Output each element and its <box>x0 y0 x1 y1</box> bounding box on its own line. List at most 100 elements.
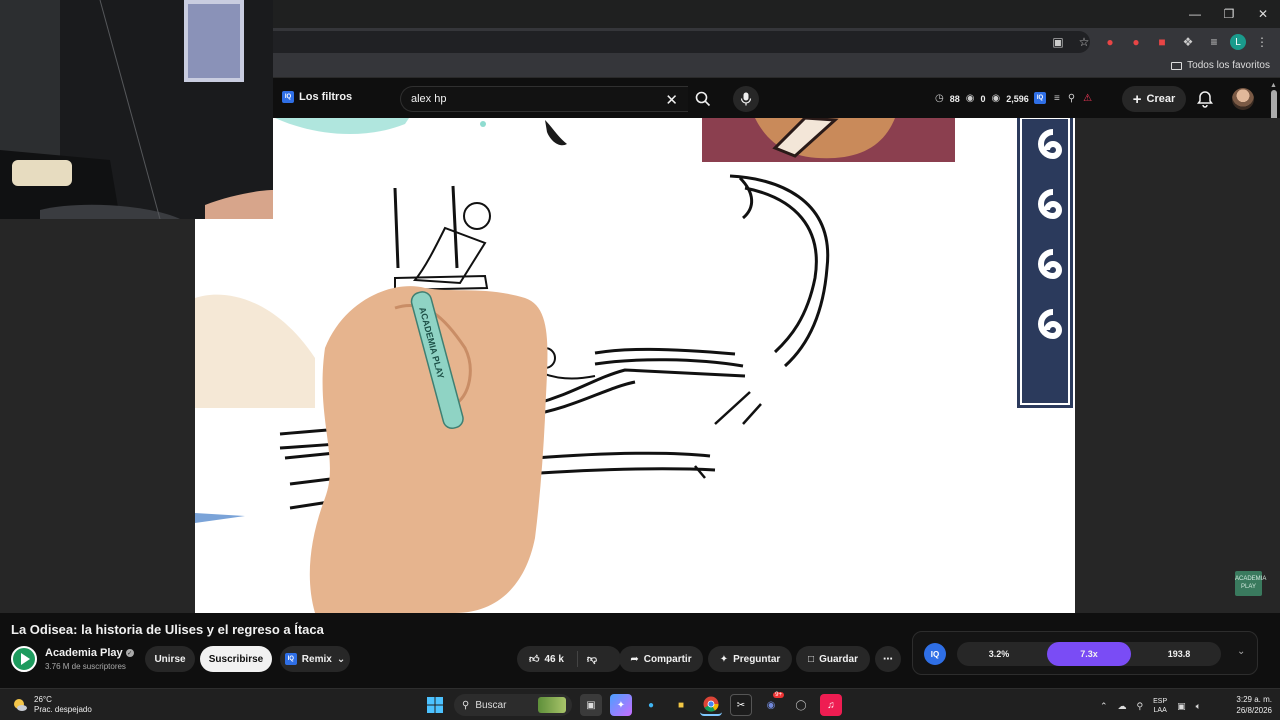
bookmark-star-icon[interactable]: ☆ <box>1074 32 1094 52</box>
windows-start-icon[interactable] <box>424 694 446 716</box>
app-icon[interactable]: ◯ <box>790 694 812 716</box>
voice-search-button[interactable] <box>733 86 759 112</box>
thumbs-up-icon[interactable]: 👍︎ <box>529 653 539 665</box>
cast-icon[interactable]: ▣ <box>1048 32 1068 52</box>
more-actions-button[interactable]: ⋯ <box>875 646 901 672</box>
copilot-icon[interactable]: ✦ <box>610 694 632 716</box>
language-indicator[interactable]: ESP LAA <box>1153 697 1167 715</box>
thumbs-down-icon[interactable]: 👎︎ <box>587 653 597 665</box>
speed-track: 3.2% 7.3x 193.8 <box>957 642 1221 666</box>
create-button[interactable]: + Crear <box>1122 86 1186 112</box>
scroll-up-icon[interactable]: ▲ <box>1270 82 1277 89</box>
eye-icon: ◉ <box>991 93 1001 104</box>
temperature: 26°C <box>34 695 52 704</box>
iq-icon[interactable]: IQ <box>924 643 946 665</box>
eye-icon: ◉ <box>965 93 975 104</box>
extension-icon[interactable]: ● <box>1100 32 1120 52</box>
puzzle-icon[interactable]: ❖ <box>1178 32 1198 52</box>
share-label: Compartir <box>643 653 692 665</box>
search-icon: ⚲ <box>462 699 470 711</box>
menu-dots-icon[interactable]: ⋮ <box>1252 32 1272 52</box>
like-dislike-group: 👍︎ 46 k 👎︎ <box>517 646 621 672</box>
clock-time: 3:29 a. m. <box>1236 695 1272 704</box>
video-player[interactable]: ACADEMIA PLAY <box>195 118 1075 613</box>
join-button[interactable]: Unirse <box>145 646 195 672</box>
clock-icon: ◷ <box>935 93 944 104</box>
folder-icon <box>1171 61 1183 70</box>
all-bookmarks[interactable]: Todos los favoritos <box>1171 60 1270 71</box>
remix-button[interactable]: IQ Remix ⌄ <box>280 646 350 672</box>
search-box[interactable]: ✕ <box>400 86 688 112</box>
subscribe-label: Suscribirse <box>208 653 264 665</box>
play-icon <box>21 653 30 665</box>
search-button[interactable] <box>688 86 718 112</box>
system-clock[interactable]: 3:29 a. m. 26/8/2026 <box>1228 694 1272 716</box>
create-label: Crear <box>1146 93 1176 105</box>
filters-button[interactable]: IQ Los filtros <box>282 91 352 103</box>
alert-icon[interactable]: ⚠ <box>1083 93 1092 104</box>
language-code: ESP <box>1153 698 1168 705</box>
address-bar[interactable] <box>230 31 1090 53</box>
cloud-icon[interactable]: ☁ <box>1118 701 1127 712</box>
microphone-icon <box>740 92 752 106</box>
iq-icon: IQ <box>282 91 294 103</box>
ribbon-icon[interactable]: ⚲ <box>1068 93 1075 104</box>
tiktok-icon[interactable]: ♫ <box>820 694 842 716</box>
join-label: Unirse <box>154 653 186 665</box>
capcut-icon[interactable]: ✂ <box>730 694 752 716</box>
taskbar-search[interactable]: ⚲ Buscar <box>454 694 572 716</box>
subscribe-button[interactable]: Suscribirse <box>200 646 272 672</box>
keyboard-layout: LAA <box>1153 707 1167 714</box>
iq-icon[interactable]: IQ <box>1034 92 1046 104</box>
stat-zero: 0 <box>980 93 986 104</box>
chrome-browser-icon[interactable] <box>700 694 722 716</box>
like-divider <box>577 651 578 667</box>
clock-date: 26/8/2026 <box>1236 706 1272 715</box>
restore-icon[interactable]: ❐ <box>1212 0 1246 28</box>
minimize-icon[interactable]: — <box>1178 0 1212 28</box>
task-view-icon[interactable]: ▣ <box>580 694 602 716</box>
channel-name-link[interactable]: Academia Play ✓ <box>45 647 134 659</box>
more-dots-icon: ⋯ <box>883 653 893 665</box>
share-button[interactable]: ➦ Compartir <box>619 646 703 672</box>
weather-widget[interactable]: 26°C Prac. despejado <box>12 695 92 715</box>
volume-icon[interactable]: 🔈︎ <box>1196 701 1201 712</box>
channel-watermark[interactable]: ACADEMIA PLAY <box>1235 571 1266 596</box>
microphone-icon[interactable]: ⚲ <box>1137 701 1144 712</box>
extension-icon[interactable]: ● <box>1126 32 1146 52</box>
search-input[interactable] <box>411 93 651 105</box>
share-arrow-icon: ➦ <box>630 653 639 665</box>
discord-icon[interactable]: ◉ 9+ <box>760 692 784 716</box>
chevron-up-icon[interactable]: ⌃ <box>1100 701 1108 712</box>
edge-browser-icon[interactable]: ● <box>640 694 662 716</box>
speed-option[interactable]: 3.2% <box>957 642 1041 666</box>
like-count[interactable]: 46 k <box>544 654 563 665</box>
channel-avatar[interactable] <box>11 646 37 672</box>
network-icon[interactable]: ▣ <box>1177 701 1186 712</box>
stat-time: 88 <box>949 93 960 104</box>
file-explorer-icon[interactable]: ■ <box>670 694 692 716</box>
profile-avatar[interactable]: L <box>1230 34 1246 50</box>
weather-description: Prac. despejado <box>34 705 92 714</box>
notification-badge: 9+ <box>773 692 784 698</box>
speed-option[interactable]: 193.8 <box>1137 642 1221 666</box>
stat-views: 2,596 <box>1006 93 1029 104</box>
close-icon[interactable]: ✕ <box>1246 0 1280 28</box>
speed-control-bar: IQ 3.2% 7.3x 193.8 ⌄ <box>912 631 1258 675</box>
tab-search-icon[interactable]: ≡ <box>1204 32 1224 52</box>
list-icon[interactable]: ≡ <box>1054 93 1060 104</box>
notifications-bell-icon[interactable] <box>1196 90 1214 108</box>
extension-icon[interactable]: ■ <box>1152 32 1172 52</box>
sparkle-icon: ✦ <box>719 653 729 665</box>
save-button[interactable]: □ Guardar <box>796 646 870 672</box>
ask-label: Preguntar <box>733 653 781 665</box>
webcam-overlay <box>0 0 273 219</box>
chevron-down-icon[interactable]: ⌄ <box>1237 646 1245 657</box>
search-highlight-image <box>538 697 566 713</box>
speed-option-active[interactable]: 7.3x <box>1047 642 1131 666</box>
user-avatar[interactable] <box>1232 88 1254 110</box>
clear-search-icon[interactable]: ✕ <box>665 91 678 109</box>
search-icon <box>695 91 711 107</box>
iq-icon: IQ <box>284 653 297 665</box>
ask-button[interactable]: ✦ Preguntar <box>708 646 792 672</box>
